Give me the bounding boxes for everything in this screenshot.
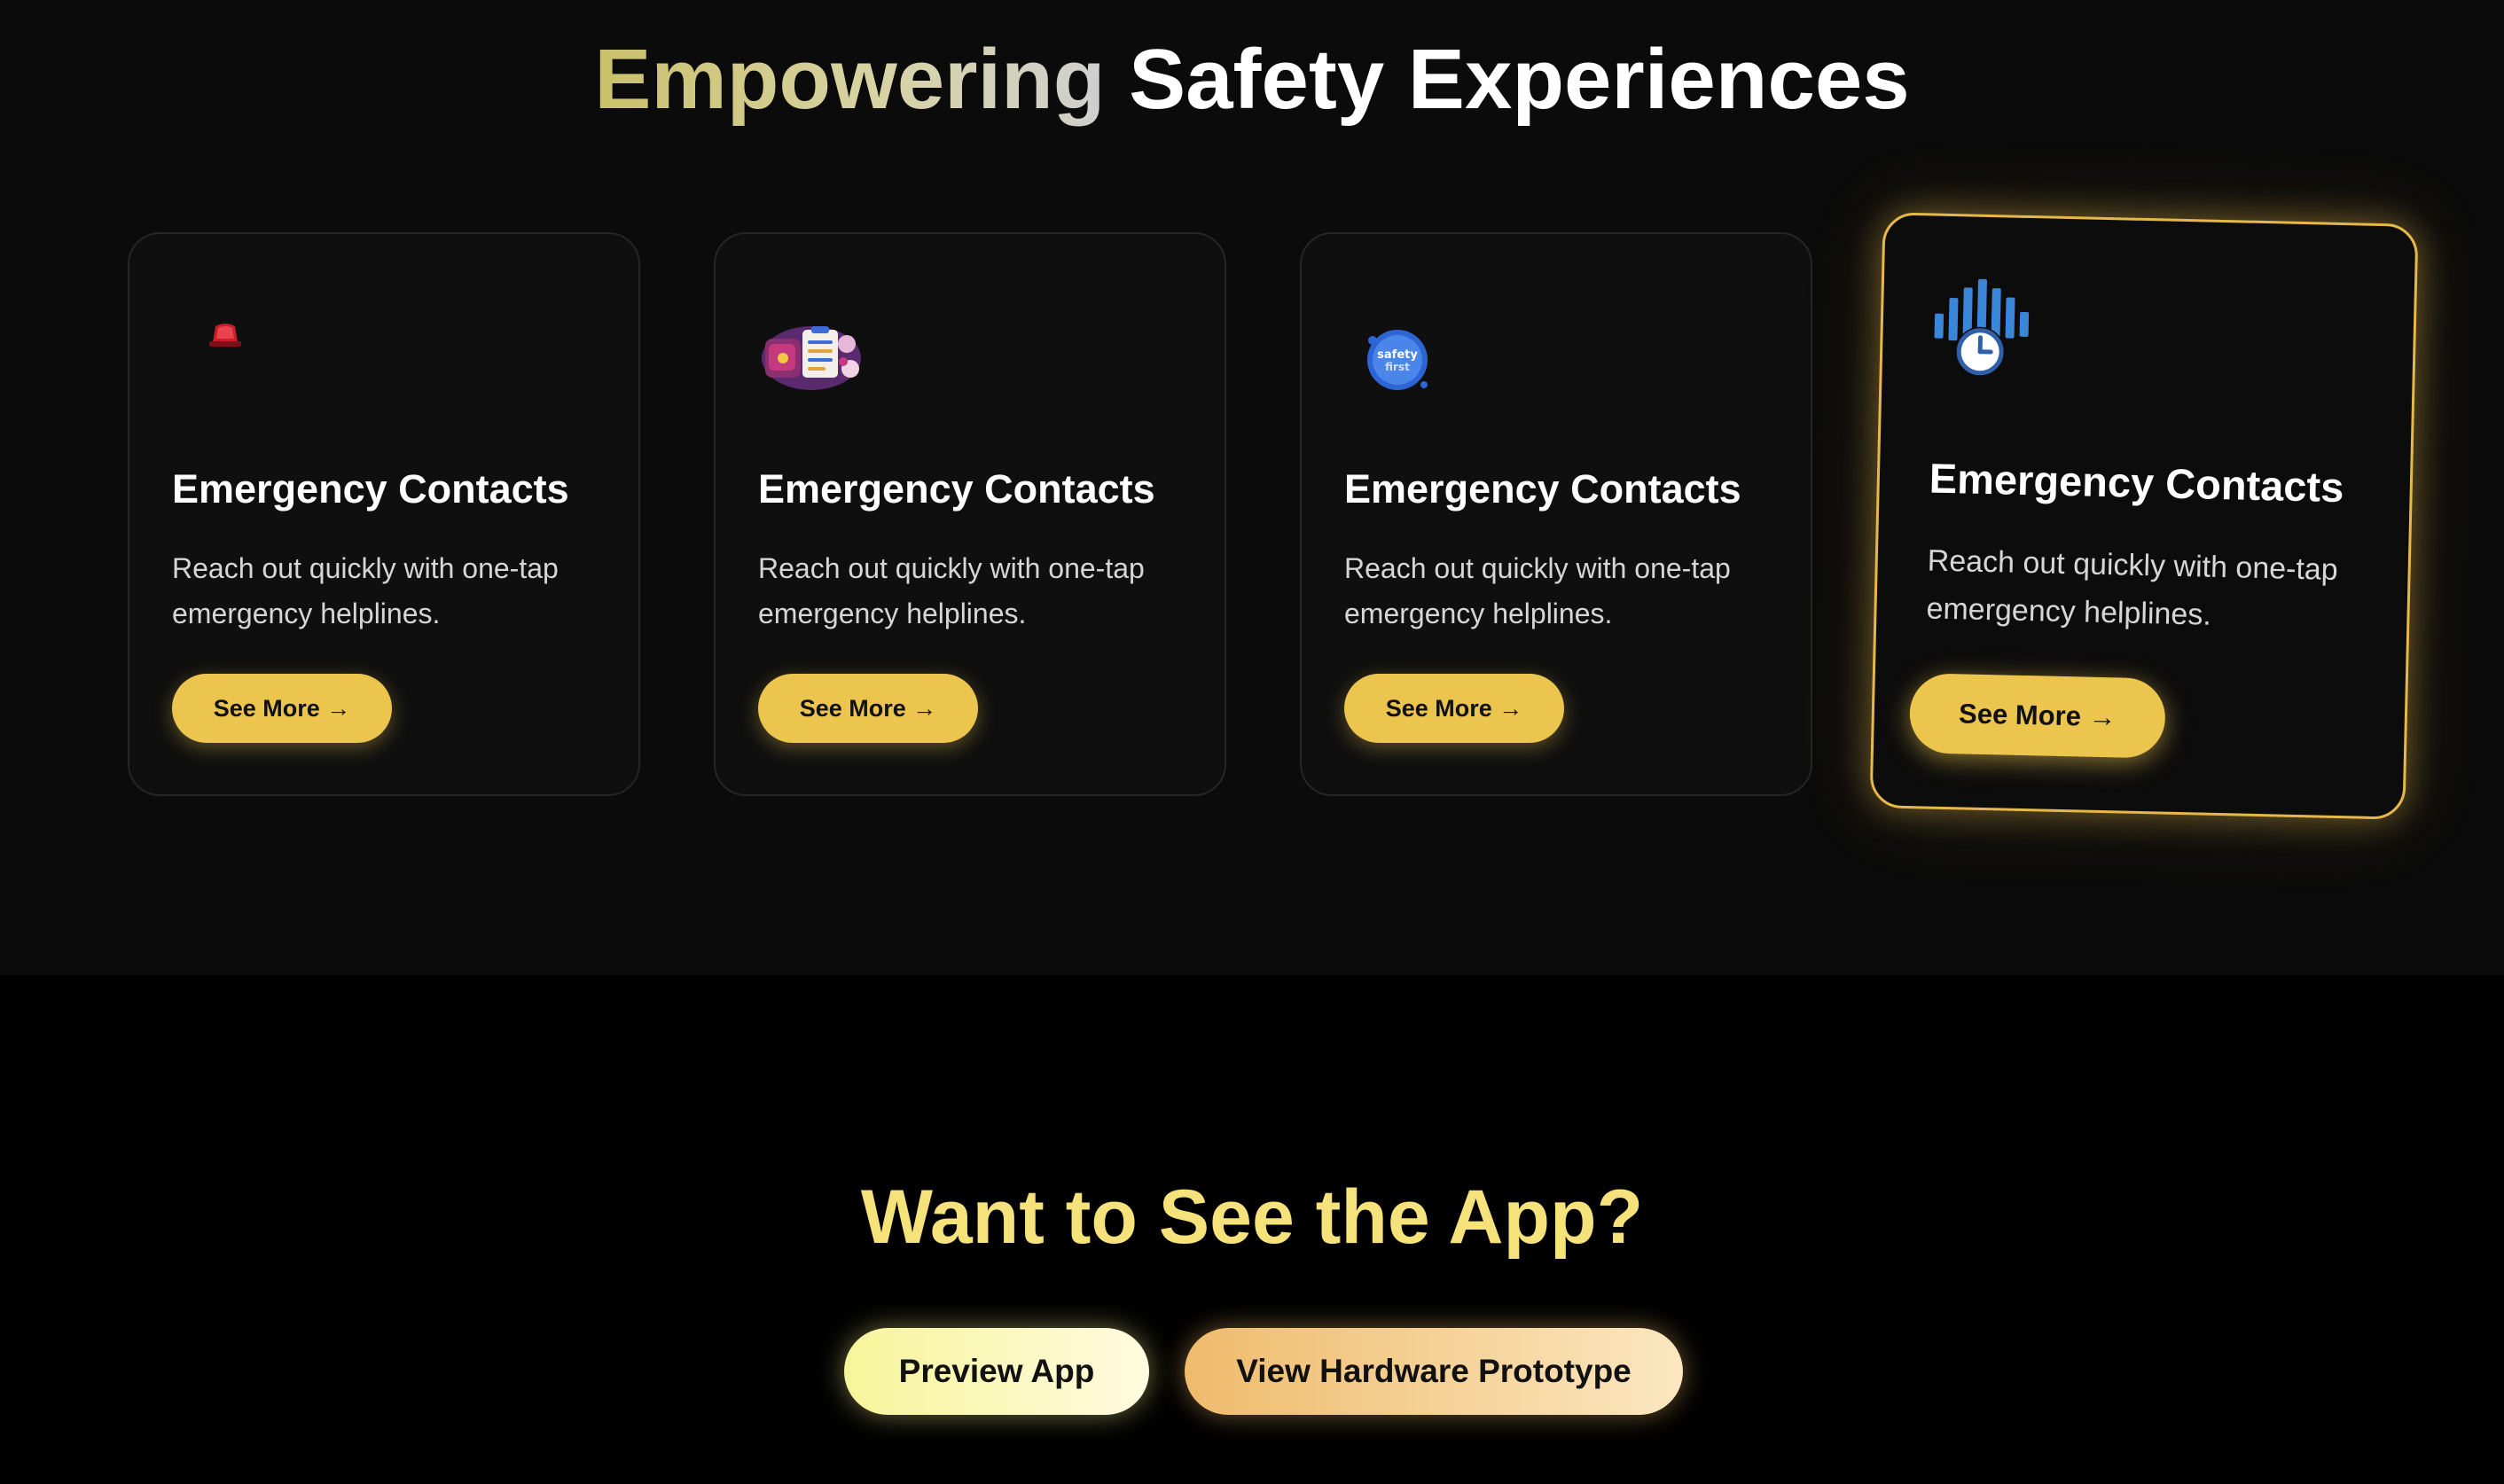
safety-first-badge-icon: safety first [1344, 305, 1451, 411]
safety-checklist-icon [758, 305, 865, 411]
card-title: Emergency Contacts [758, 466, 1155, 512]
see-more-button[interactable]: See More → [758, 674, 978, 743]
feature-card: safety first Emergency Contacts Reach ou… [1300, 232, 1812, 796]
view-hardware-prototype-button[interactable]: View Hardware Prototype [1185, 1328, 1683, 1415]
svg-text:safety: safety [1377, 348, 1418, 362]
feature-card: Emergency Contacts Reach out quickly wit… [128, 232, 640, 796]
section-heading: Empowering Safety Experiences [0, 27, 2504, 133]
card-description: Reach out quickly with one-tap emergency… [758, 552, 1145, 629]
siren-icon [172, 305, 278, 411]
heading-rest: Safety Experiences [1105, 32, 1910, 127]
heading-accent: Empowering [594, 32, 1106, 127]
feature-card: Emergency Contacts Reach out quickly wit… [714, 232, 1226, 796]
cta-title: Want to See the App? [860, 1175, 1644, 1260]
svg-text:first: first [1385, 361, 1410, 373]
feature-card-highlighted: Emergency Contacts Reach out quickly wit… [1869, 212, 2419, 820]
card-description: Reach out quickly with one-tap emergency… [1926, 543, 2339, 632]
card-title: Emergency Contacts [172, 466, 569, 512]
preview-app-button[interactable]: Preview App [844, 1328, 1149, 1415]
card-title: Emergency Contacts [1929, 454, 2344, 512]
sound-clock-icon [1929, 275, 2038, 384]
card-title: Emergency Contacts [1344, 466, 1741, 512]
card-description: Reach out quickly with one-tap emergency… [1344, 552, 1731, 629]
see-more-button[interactable]: See More → [172, 674, 392, 743]
see-more-button[interactable]: See More → [1344, 674, 1564, 743]
features-section: Empowering Safety Experiences Emergency … [0, 0, 2504, 975]
see-more-button[interactable]: See More → [1908, 673, 2166, 759]
card-description: Reach out quickly with one-tap emergency… [172, 552, 559, 629]
